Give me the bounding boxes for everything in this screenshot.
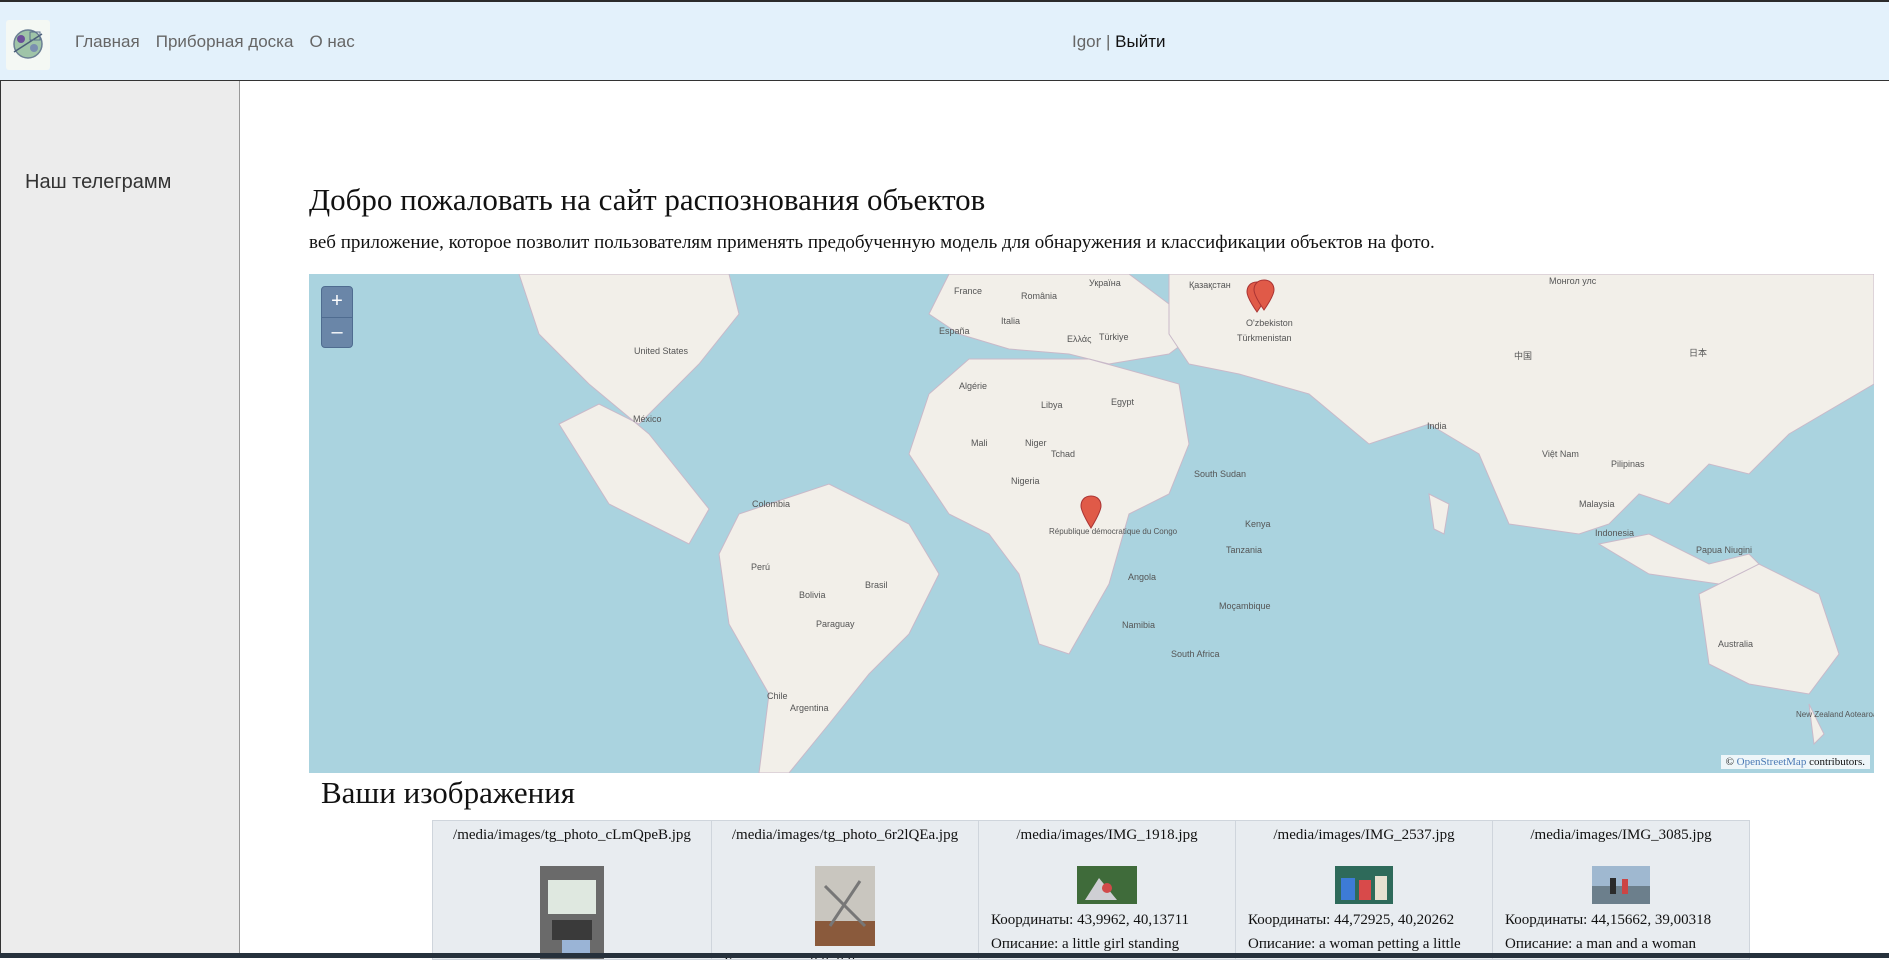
image-coordinates: Координаты: 44,15662, 39,00318 <box>1505 912 1712 928</box>
map-label: 日本 <box>1689 347 1707 358</box>
map-label: Australia <box>1718 639 1753 649</box>
north-america <box>518 274 740 545</box>
map-label: México <box>633 414 662 424</box>
map-label: Ελλάς <box>1067 334 1092 344</box>
map-label: Namibia <box>1122 620 1155 630</box>
gallery-card[interactable]: /media/images/IMG_2537.jpg Координаты: 4… <box>1236 821 1493 959</box>
zoom-out-button[interactable]: – <box>322 318 352 348</box>
map-label: Perú <box>751 562 770 572</box>
image-coordinates: Координаты: 43,9962, 40,13711 <box>991 912 1190 928</box>
map-label: Algérie <box>959 381 987 391</box>
navbar: Главная Приборная доска О нас Igor | Вый… <box>0 2 1889 81</box>
sidebar: Наш телеграмм <box>0 81 240 958</box>
map-label: Монгол улс <box>1549 276 1597 286</box>
map-label: New Zealand Aotearoa <box>1796 710 1874 719</box>
gallery-card[interactable]: /media/images/IMG_1918.jpg Координаты: 4… <box>979 821 1236 959</box>
map-label: Kenya <box>1245 519 1271 529</box>
logout-link[interactable]: Выйти <box>1115 32 1165 51</box>
image-gallery: /media/images/tg_photo_cLmQpeB.jpg /medi… <box>432 820 1750 960</box>
osm-link[interactable]: OpenStreetMap <box>1737 756 1807 768</box>
user-area: Igor | Выйти <box>1072 32 1166 52</box>
image-path: /media/images/IMG_1918.jpg <box>1016 827 1198 843</box>
gallery-card[interactable]: /media/images/tg_photo_cLmQpeB.jpg <box>433 821 712 959</box>
image-thumbnail[interactable] <box>540 866 604 959</box>
map-label: Қазақстан <box>1189 280 1231 290</box>
zoom-control: + – <box>321 286 353 348</box>
map-label: India <box>1427 421 1447 431</box>
map-label: Україна <box>1089 278 1121 288</box>
image-thumbnail[interactable] <box>1592 866 1650 904</box>
map-label: Bolivia <box>799 590 826 600</box>
image-path: /media/images/IMG_2537.jpg <box>1273 827 1455 843</box>
image-thumbnail[interactable] <box>815 866 875 946</box>
map-label: Italia <box>1001 316 1020 326</box>
map-label: Việt Nam <box>1542 449 1579 459</box>
australia <box>1698 563 1840 695</box>
gallery-title: Ваши изображения <box>321 775 576 810</box>
map-label: Tanzania <box>1226 545 1262 555</box>
map-label: South Sudan <box>1194 469 1246 479</box>
map-label: Mali <box>971 438 988 448</box>
map-label: Argentina <box>790 703 829 713</box>
taskbar-edge <box>0 953 1889 958</box>
map-label: South Africa <box>1171 649 1220 659</box>
madagascar <box>1428 493 1450 535</box>
image-coordinates: Координаты: 44,72925, 40,20262 <box>1248 912 1455 928</box>
page-title: Добро пожаловать на сайт распознования о… <box>309 182 986 217</box>
map-label: France <box>954 286 982 296</box>
nav-about-link[interactable]: О нас <box>309 32 354 52</box>
image-path: /media/images/tg_photo_cLmQpeB.jpg <box>453 827 691 843</box>
map-label: Türkmenistan <box>1237 333 1292 343</box>
main-nav: Главная Приборная доска О нас <box>75 32 355 52</box>
map-label: Tchad <box>1051 449 1075 459</box>
map-label: République démocratique du Congo <box>1049 527 1178 536</box>
map-label: O'zbekiston <box>1246 318 1293 328</box>
image-path: /media/images/tg_photo_6r2lQEa.jpg <box>731 827 959 843</box>
world-map[interactable]: France România Україна Қазақстан Монгол … <box>309 274 1874 773</box>
map-label: Türkiye <box>1099 332 1129 342</box>
map-tiles: France România Україна Қазақстан Монгол … <box>518 274 1874 773</box>
gallery-card[interactable]: /media/images/tg_photo_6r2lQEa.jpg Коорд… <box>712 821 979 959</box>
map-label: Colombia <box>752 499 790 509</box>
image-thumbnail[interactable] <box>1335 866 1393 904</box>
map-label: 中国 <box>1514 350 1532 361</box>
map-label: Chile <box>767 691 788 701</box>
zoom-in-button[interactable]: + <box>322 287 352 318</box>
asia <box>1168 274 1874 535</box>
map-label: Libya <box>1041 400 1063 410</box>
map-label: Pilipinas <box>1611 459 1645 469</box>
gallery-card[interactable]: /media/images/IMG_3085.jpg Координаты: 4… <box>1493 821 1749 959</box>
image-thumbnail[interactable] <box>1077 866 1137 904</box>
map-label: Niger <box>1025 438 1047 448</box>
map-label: Angola <box>1128 572 1156 582</box>
map-label: Paraguay <box>816 619 855 629</box>
map-label: Moçambique <box>1219 601 1271 611</box>
map-label: Indonesia <box>1595 528 1634 538</box>
attribution-prefix: © <box>1725 756 1734 768</box>
map-label: România <box>1021 291 1057 301</box>
image-path: /media/images/IMG_3085.jpg <box>1530 827 1712 843</box>
page-description: веб приложение, которое позволит пользов… <box>309 232 1435 253</box>
map-label: United States <box>634 346 689 356</box>
telegram-link[interactable]: Наш телеграмм <box>25 167 175 197</box>
username: Igor | <box>1072 32 1111 51</box>
map-attribution: © OpenStreetMap contributors. <box>1720 755 1870 769</box>
map-label: Nigeria <box>1011 476 1040 486</box>
map-label: Malaysia <box>1579 499 1615 509</box>
map-label: Brasil <box>865 580 888 590</box>
nav-home-link[interactable]: Главная <box>75 32 140 52</box>
nav-dashboard-link[interactable]: Приборная доска <box>156 32 294 52</box>
attribution-suffix: contributors. <box>1809 756 1865 768</box>
map-label: Egypt <box>1111 397 1135 407</box>
map-label: Papua Niugini <box>1696 545 1752 555</box>
site-logo[interactable] <box>6 20 50 70</box>
map-label: España <box>939 326 970 336</box>
